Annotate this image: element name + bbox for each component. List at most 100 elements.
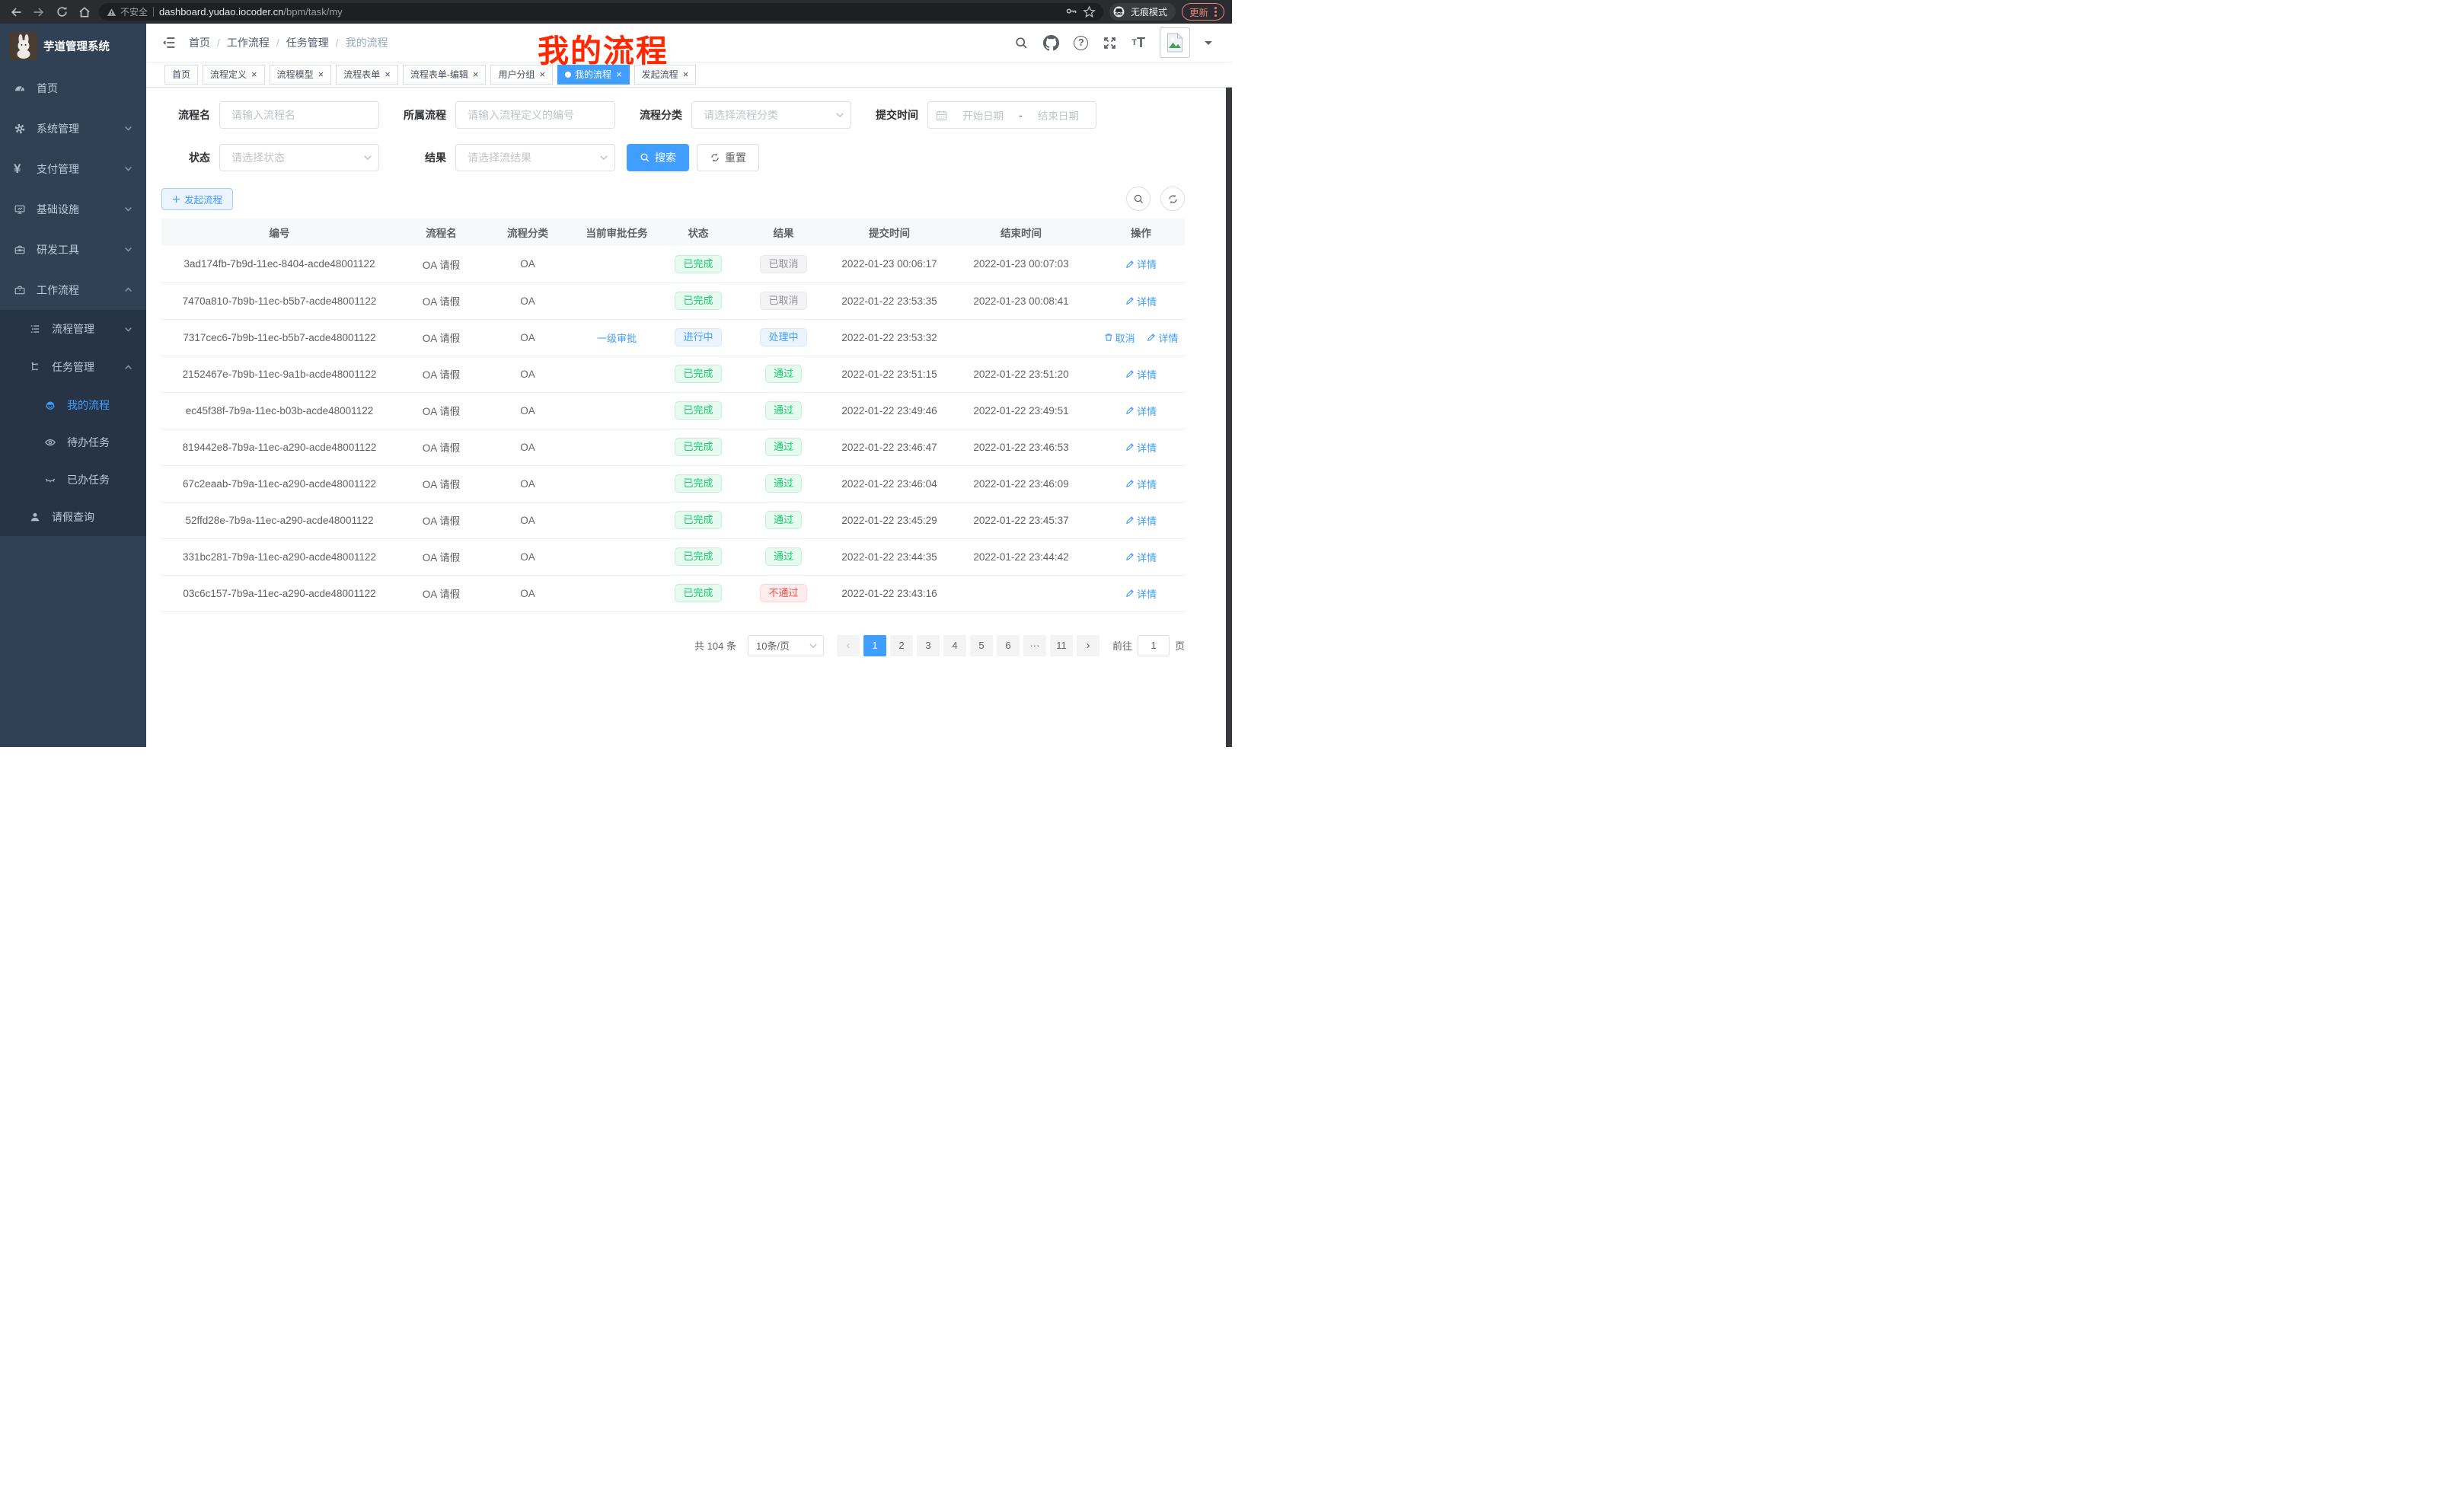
detail-action[interactable]: 详情 [1125,550,1157,564]
url-text[interactable]: dashboard.yudao.iocoder.cn/bpm/task/my [159,6,1060,18]
status-select[interactable]: 请选择状态 [219,144,379,171]
total-count: 共 104 条 [694,638,736,653]
page-number-button[interactable]: 5 [970,635,993,656]
github-icon[interactable] [1043,35,1059,51]
search-button[interactable]: 搜索 [627,144,689,171]
tab[interactable]: 用户分组 × [490,65,553,85]
security-chip[interactable]: 不安全 [107,5,148,18]
close-icon[interactable]: × [539,69,545,79]
filter-process-label: 所属流程 [397,107,446,123]
page-number-button[interactable]: 11 [1050,635,1073,656]
help-icon[interactable]: ? [1074,36,1088,50]
incognito-chip[interactable]: 无痕模式 [1109,3,1176,21]
goto-page-input[interactable] [1138,635,1170,656]
cancel-action[interactable]: 取消 [1104,330,1135,345]
fullscreen-icon[interactable] [1103,36,1117,50]
page-number-button[interactable]: 3 [917,635,940,656]
page-size-select[interactable]: 10条/页 [748,635,824,656]
sidebar-item-task-mgmt[interactable]: 任务管理 [0,348,146,386]
brand-logo [9,32,37,60]
scrollbar[interactable] [1226,24,1232,747]
sidebar-item-leave-query[interactable]: 请假查询 [0,498,146,536]
sidebar-item-process-mgmt[interactable]: 流程管理 [0,310,146,348]
filter-result-label: 结果 [397,150,446,165]
detail-action[interactable]: 详情 [1125,294,1157,308]
prev-page-button[interactable]: ‹ [837,635,860,656]
col-actions: 操作 [1097,219,1185,246]
sidebar-item-devtools[interactable]: 研发工具 [0,229,146,270]
sidebar-item-payment[interactable]: ¥ 支付管理 [0,148,146,189]
next-page-button[interactable]: › [1077,635,1100,656]
back-button[interactable] [8,4,24,21]
breadcrumb-task-mgmt[interactable]: 任务管理 [286,35,329,50]
page-number-button[interactable]: 1 [863,635,886,656]
tab[interactable]: 我的流程 × [557,65,630,85]
key-icon[interactable] [1065,6,1077,18]
reload-button[interactable] [53,4,70,21]
tab[interactable]: 发起流程 × [634,65,697,85]
cell-submit-time: 2022-01-22 23:49:46 [834,392,945,429]
tab[interactable]: 首页 [164,65,198,85]
cell-process-name: OA 请假 [397,246,485,283]
detail-action[interactable]: 详情 [1125,513,1157,528]
search-icon [640,152,650,163]
star-icon[interactable] [1083,5,1096,18]
header-search-icon[interactable] [1014,36,1029,50]
result-select[interactable]: 请选择流结果 [455,144,615,171]
detail-action[interactable]: 详情 [1125,440,1157,455]
detail-action[interactable]: 详情 [1125,477,1157,491]
chevron-down-icon[interactable] [1205,41,1212,49]
avatar[interactable] [1160,27,1190,58]
detail-action[interactable]: 详情 [1125,404,1157,418]
sidebar-item-infra[interactable]: 基础设施 [0,189,146,229]
detail-action[interactable]: 详情 [1147,330,1178,345]
task-link[interactable]: 一级审批 [597,330,637,345]
sidebar-item-my-process[interactable]: 我的流程 [0,386,146,423]
sidebar-item-done-tasks[interactable]: 已办任务 [0,461,146,498]
url-host: dashboard.yudao.iocoder.cn [159,6,283,18]
tab[interactable]: 流程模型 × [270,65,332,85]
page-number-button[interactable]: 6 [997,635,1020,656]
create-process-button[interactable]: 发起流程 [161,188,233,210]
reset-button[interactable]: 重置 [697,144,759,171]
sidebar-fold-icon[interactable] [161,35,177,50]
refresh-table-button[interactable] [1160,187,1185,211]
update-button[interactable]: 更新 [1182,3,1224,21]
page-number-button[interactable]: ··· [1023,635,1046,656]
detail-action[interactable]: 详情 [1125,257,1157,271]
forward-button[interactable] [30,4,47,21]
close-icon[interactable]: × [473,69,479,79]
home-button[interactable] [76,4,93,21]
tab[interactable]: 流程定义 × [203,65,265,85]
address-bar[interactable]: 不安全 dashboard.yudao.iocoder.cn/bpm/task/… [99,3,1103,21]
detail-action[interactable]: 详情 [1125,586,1157,601]
sidebar-item-system[interactable]: 系统管理 [0,108,146,148]
detail-action[interactable]: 详情 [1125,367,1157,381]
security-label: 不安全 [120,5,148,18]
close-icon[interactable]: × [251,69,257,79]
sidebar-item-workflow[interactable]: 工作流程 [0,270,146,310]
close-icon[interactable]: × [318,69,324,79]
tab[interactable]: 流程表单 × [336,65,398,85]
page-number-button[interactable]: 2 [890,635,913,656]
show-search-toggle-button[interactable] [1126,187,1151,211]
close-icon[interactable]: × [385,69,391,79]
breadcrumb-home[interactable]: 首页 [189,35,210,50]
category-select[interactable]: 请选择流程分类 [691,101,851,129]
page-number-button[interactable]: 4 [943,635,966,656]
close-icon[interactable]: × [683,69,689,79]
tab[interactable]: 流程表单-编辑 × [403,65,487,85]
chevron-down-icon [124,124,132,132]
process-name-input[interactable] [219,101,379,129]
close-icon[interactable]: × [616,69,622,79]
font-size-icon[interactable]: TT [1131,36,1145,49]
sidebar-item-home[interactable]: 首页 [0,68,146,108]
submit-time-range-picker[interactable]: 开始日期 - 结束日期 [927,101,1096,129]
browser-menu-icon[interactable] [1214,7,1217,17]
process-definition-input[interactable] [455,101,615,129]
sidebar-item-todo-tasks[interactable]: 待办任务 [0,423,146,461]
tab-label: 发起流程 [642,68,678,81]
broken-image-icon [1167,33,1183,53]
breadcrumb-workflow[interactable]: 工作流程 [227,35,270,50]
cell-id: 2152467e-7b9b-11ec-9a1b-acde48001122 [161,356,397,392]
